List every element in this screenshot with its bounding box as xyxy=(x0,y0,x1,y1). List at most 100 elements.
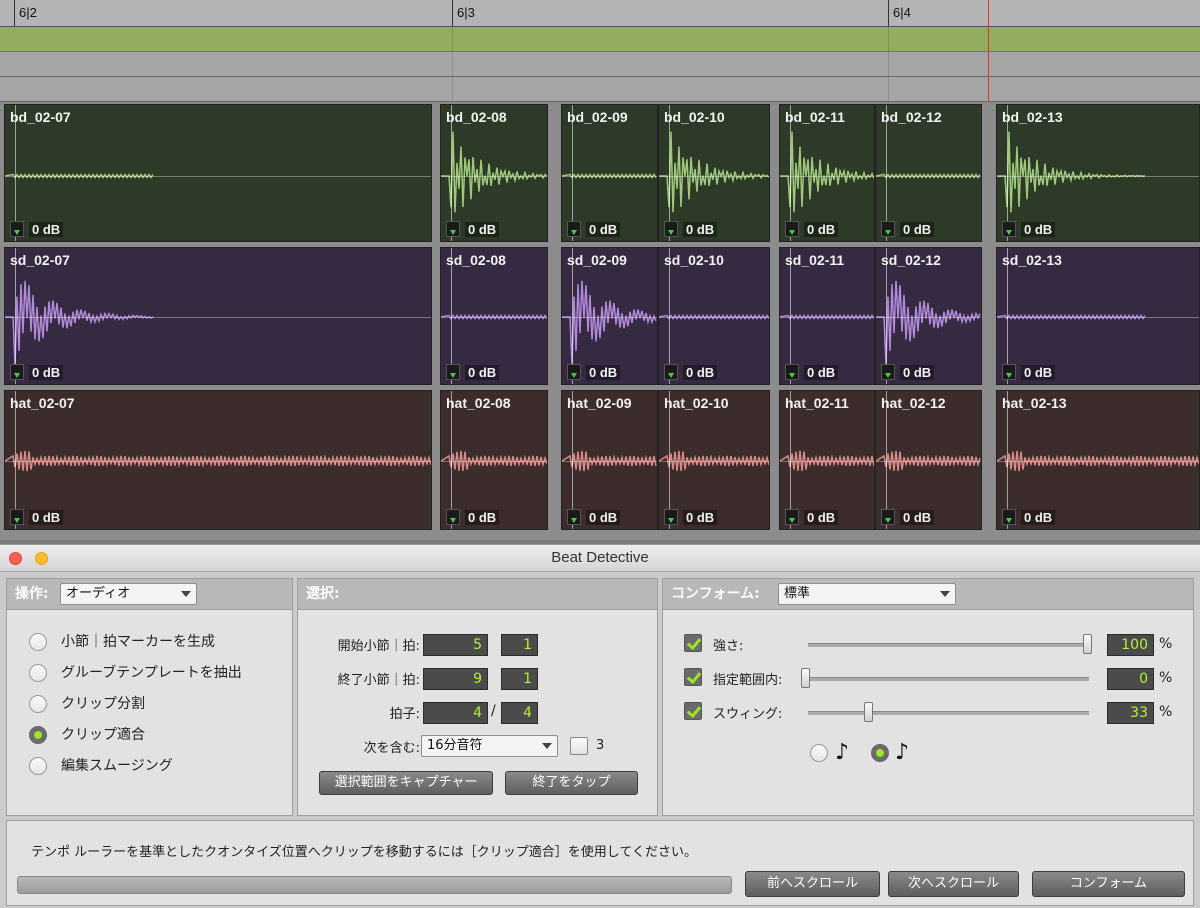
waveform-path xyxy=(780,131,874,213)
meter-numerator-field[interactable]: 4 xyxy=(423,702,488,724)
operation-radio[interactable] xyxy=(29,695,47,713)
clip-gain-icon[interactable] xyxy=(664,509,678,525)
swing-checkbox[interactable] xyxy=(684,702,702,720)
ruler-lane[interactable] xyxy=(0,52,1200,77)
clip-gain-icon[interactable] xyxy=(1002,221,1016,237)
clip-gain-icon[interactable] xyxy=(785,364,799,380)
clip-gain-icon[interactable] xyxy=(446,364,460,380)
window-title: Beat Detective xyxy=(551,549,649,566)
operation-radio[interactable] xyxy=(29,757,47,775)
center-line xyxy=(659,176,769,177)
strength-slider[interactable] xyxy=(808,643,1089,647)
operation-radio[interactable] xyxy=(29,726,47,744)
ruler-lane[interactable] xyxy=(0,77,1200,102)
operation-radio[interactable] xyxy=(29,664,47,682)
bd-clip[interactable]: bd_02-08 0 dB xyxy=(440,104,548,242)
clip-gain-icon[interactable] xyxy=(10,509,24,525)
swing-eighth-radio[interactable] xyxy=(810,744,828,762)
bd-clip[interactable]: bd_02-12 0 dB xyxy=(875,104,982,242)
swing-sixteenth-radio[interactable] xyxy=(871,744,889,762)
contains-dropdown[interactable]: 16分音符 xyxy=(421,735,558,757)
clip-gain-icon[interactable] xyxy=(664,221,678,237)
scroll-next-button[interactable]: 次へスクロール xyxy=(888,871,1019,897)
window-titlebar[interactable]: Beat Detective xyxy=(0,545,1200,572)
clip-gain-icon[interactable] xyxy=(567,364,581,380)
status-message: テンポ ルーラーを基準としたクオンタイズ位置へクリップを移動するには［クリップ適… xyxy=(31,845,697,860)
clip-gain-icon[interactable] xyxy=(664,364,678,380)
sd-clip[interactable]: sd_02-09 0 dB xyxy=(561,247,658,385)
sd-clip[interactable]: sd_02-13 0 dB xyxy=(996,247,1200,385)
sd-clip[interactable]: sd_02-11 0 dB xyxy=(779,247,875,385)
clip-name: bd_02-09 xyxy=(567,109,628,125)
exclude-field[interactable]: 0 xyxy=(1107,668,1154,690)
bd-clip[interactable]: bd_02-07 0 dB xyxy=(4,104,432,242)
clip-gain-icon[interactable] xyxy=(446,509,460,525)
hat-clip[interactable]: hat_02-11 0 dB xyxy=(779,390,875,530)
end-bar-field[interactable]: 9 xyxy=(423,668,488,690)
start-bar-field[interactable]: 5 xyxy=(423,634,488,656)
triplet-checkbox[interactable] xyxy=(570,737,588,755)
timeline-area[interactable]: 6|2 6|3 6|4 bd_02-07 0 dB bd_02-08 0 dB bd_0… xyxy=(0,0,1200,540)
clip-gain-icon[interactable] xyxy=(567,221,581,237)
hat-clip[interactable]: hat_02-08 0 dB xyxy=(440,390,548,530)
clip-gain-icon[interactable] xyxy=(881,221,895,237)
tap-end-button[interactable]: 終了をタップ xyxy=(505,771,638,795)
center-line xyxy=(441,176,547,177)
hat-clip[interactable]: hat_02-12 0 dB xyxy=(875,390,982,530)
clip-name: sd_02-08 xyxy=(446,252,506,268)
hat-clip[interactable]: hat_02-10 0 dB xyxy=(658,390,770,530)
clip-gain-icon[interactable] xyxy=(785,221,799,237)
scroll-prev-button[interactable]: 前へスクロール xyxy=(745,871,880,897)
bd-clip[interactable]: bd_02-10 0 dB xyxy=(658,104,770,242)
bd-clip[interactable]: bd_02-11 0 dB xyxy=(779,104,875,242)
strength-slider-thumb[interactable] xyxy=(1083,634,1092,654)
clip-name: sd_02-10 xyxy=(664,252,724,268)
conform-dropdown[interactable]: 標準 xyxy=(778,583,956,605)
bd-clip[interactable]: bd_02-13 0 dB xyxy=(996,104,1200,242)
bd-clip[interactable]: bd_02-09 0 dB xyxy=(561,104,658,242)
clip-gain-icon[interactable] xyxy=(1002,364,1016,380)
exclude-slider[interactable] xyxy=(808,677,1089,681)
conform-label: コンフォーム: xyxy=(671,586,760,602)
strength-checkbox[interactable] xyxy=(684,634,702,652)
strength-percent: % xyxy=(1159,636,1173,652)
hat-clip[interactable]: hat_02-13 0 dB xyxy=(996,390,1200,530)
meter-label: 拍子: xyxy=(389,707,420,722)
exclude-slider-thumb[interactable] xyxy=(801,668,810,688)
operation-radio[interactable] xyxy=(29,633,47,651)
clip-gain-icon[interactable] xyxy=(10,364,24,380)
clip-gain-value: 0 dB xyxy=(804,365,839,380)
end-beat-field[interactable]: 1 xyxy=(501,668,538,690)
swing-slider-thumb[interactable] xyxy=(864,702,873,722)
hat-clip[interactable]: hat_02-09 0 dB xyxy=(561,390,658,530)
sd-clip[interactable]: sd_02-08 0 dB xyxy=(440,247,548,385)
clip-gain-icon[interactable] xyxy=(446,221,460,237)
playhead[interactable] xyxy=(988,0,989,102)
clip-gain-icon[interactable] xyxy=(785,509,799,525)
sd-clip[interactable]: sd_02-07 0 dB xyxy=(4,247,432,385)
hat-clip[interactable]: hat_02-07 0 dB xyxy=(4,390,432,530)
conform-button[interactable]: コンフォーム xyxy=(1032,871,1185,897)
center-line xyxy=(997,176,1199,177)
bar-beat-ruler[interactable]: 6|2 6|3 6|4 xyxy=(0,0,1200,27)
clip-name: sd_02-12 xyxy=(881,252,941,268)
clip-gain-icon[interactable] xyxy=(567,509,581,525)
clip-gain-icon[interactable] xyxy=(1002,509,1016,525)
sd-clip[interactable]: sd_02-10 0 dB xyxy=(658,247,770,385)
operation-option-label: 編集スムージング xyxy=(61,758,173,774)
selection-range-band[interactable] xyxy=(0,27,1200,52)
swing-slider[interactable] xyxy=(808,711,1089,715)
clip-gain-icon[interactable] xyxy=(881,509,895,525)
clip-gain-icon[interactable] xyxy=(881,364,895,380)
clip-gain-icon[interactable] xyxy=(10,221,24,237)
operation-dropdown[interactable]: オーディオ xyxy=(60,583,197,605)
capture-selection-button[interactable]: 選択範囲をキャプチャー xyxy=(319,771,493,795)
sd-clip[interactable]: sd_02-12 0 dB xyxy=(875,247,982,385)
swing-field[interactable]: 33 xyxy=(1107,702,1154,724)
exclude-checkbox[interactable] xyxy=(684,668,702,686)
strength-field[interactable]: 100 xyxy=(1107,634,1154,656)
start-beat-field[interactable]: 1 xyxy=(501,634,538,656)
clip-name: hat_02-11 xyxy=(785,395,849,411)
meter-denominator-field[interactable]: 4 xyxy=(501,702,538,724)
clip-gain-value: 0 dB xyxy=(683,365,718,380)
